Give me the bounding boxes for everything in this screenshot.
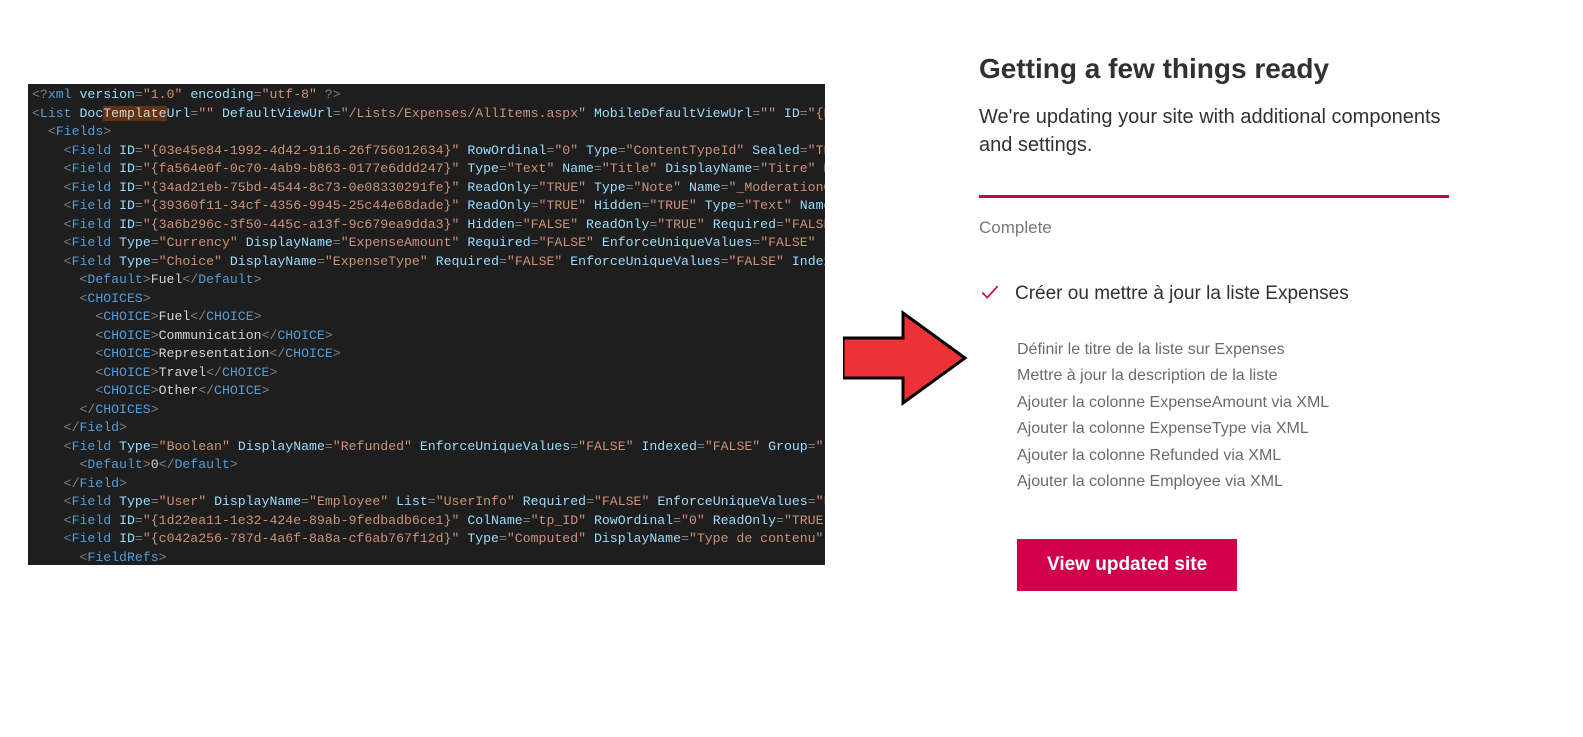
code-line: <Field ID="{39360f11-34cf-4356-9945-25c4… xyxy=(28,197,825,216)
xml-code-editor: <?xml version="1.0" encoding="utf-8" ?><… xyxy=(28,84,825,565)
task-sub-item: Ajouter la colonne Refunded via XML xyxy=(1017,443,1449,469)
code-line: <Default>0</Default> xyxy=(28,456,825,475)
code-line: <CHOICE>Representation</CHOICE> xyxy=(28,345,825,364)
progress-panel: Getting a few things ready We're updatin… xyxy=(979,53,1449,591)
code-line: <Field Type="Currency" DisplayName="Expe… xyxy=(28,234,825,253)
panel-heading: Getting a few things ready xyxy=(979,53,1449,85)
code-line: <Field ID="{03e45e84-1992-4d42-9116-26f7… xyxy=(28,142,825,161)
code-line: <Field ID="{1d22ea11-1e32-424e-89ab-9fed… xyxy=(28,512,825,531)
code-line: <Fields> xyxy=(28,123,825,142)
code-line: <Field ID="{c042a256-787d-4a6f-8a8a-cf6a… xyxy=(28,530,825,549)
task-sub-item: Ajouter la colonne Employee via XML xyxy=(1017,469,1449,495)
status-label: Complete xyxy=(979,218,1449,238)
panel-subtext: We're updating your site with additional… xyxy=(979,103,1449,159)
checkmark-icon xyxy=(979,282,1001,309)
code-line: <CHOICE>Communication</CHOICE> xyxy=(28,327,825,346)
code-line: </CHOICES> xyxy=(28,401,825,420)
code-line: </Field> xyxy=(28,475,825,494)
code-line: <Field Type="User" DisplayName="Employee… xyxy=(28,493,825,512)
task-sub-item: Définir le titre de la liste sur Expense… xyxy=(1017,337,1449,363)
code-line: <Default>Fuel</Default> xyxy=(28,271,825,290)
task-sub-list: Définir le titre de la liste sur Expense… xyxy=(979,337,1449,495)
task-title: Créer ou mettre à jour la liste Expenses xyxy=(1015,280,1349,308)
progress-bar xyxy=(979,195,1449,198)
code-line: <List DocTemplateUrl="" DefaultViewUrl="… xyxy=(28,105,825,124)
arrow-icon xyxy=(843,308,968,408)
code-line: <CHOICE>Travel</CHOICE> xyxy=(28,364,825,383)
code-line: </Field> xyxy=(28,419,825,438)
code-line: <Field ID="{34ad21eb-75bd-4544-8c73-0e08… xyxy=(28,179,825,198)
task-sub-item: Ajouter la colonne ExpenseType via XML xyxy=(1017,416,1449,442)
code-line: <Field ID="{3a6b296c-3f50-445c-a13f-9c67… xyxy=(28,216,825,235)
view-updated-site-button[interactable]: View updated site xyxy=(1017,539,1237,591)
code-line: <CHOICE>Other</CHOICE> xyxy=(28,382,825,401)
code-line: <Field Type="Choice" DisplayName="Expens… xyxy=(28,253,825,272)
code-line: <Field ID="{fa564e0f-0c70-4ab9-b863-0177… xyxy=(28,160,825,179)
code-line: <?xml version="1.0" encoding="utf-8" ?> xyxy=(28,86,825,105)
code-line: <Field Type="Boolean" DisplayName="Refun… xyxy=(28,438,825,457)
code-line: <FieldRefs> xyxy=(28,549,825,566)
task-row: Créer ou mettre à jour la liste Expenses xyxy=(979,280,1449,309)
code-line: <CHOICE>Fuel</CHOICE> xyxy=(28,308,825,327)
task-sub-item: Ajouter la colonne ExpenseAmount via XML xyxy=(1017,390,1449,416)
code-line: <CHOICES> xyxy=(28,290,825,309)
task-sub-item: Mettre à jour la description de la liste xyxy=(1017,363,1449,389)
